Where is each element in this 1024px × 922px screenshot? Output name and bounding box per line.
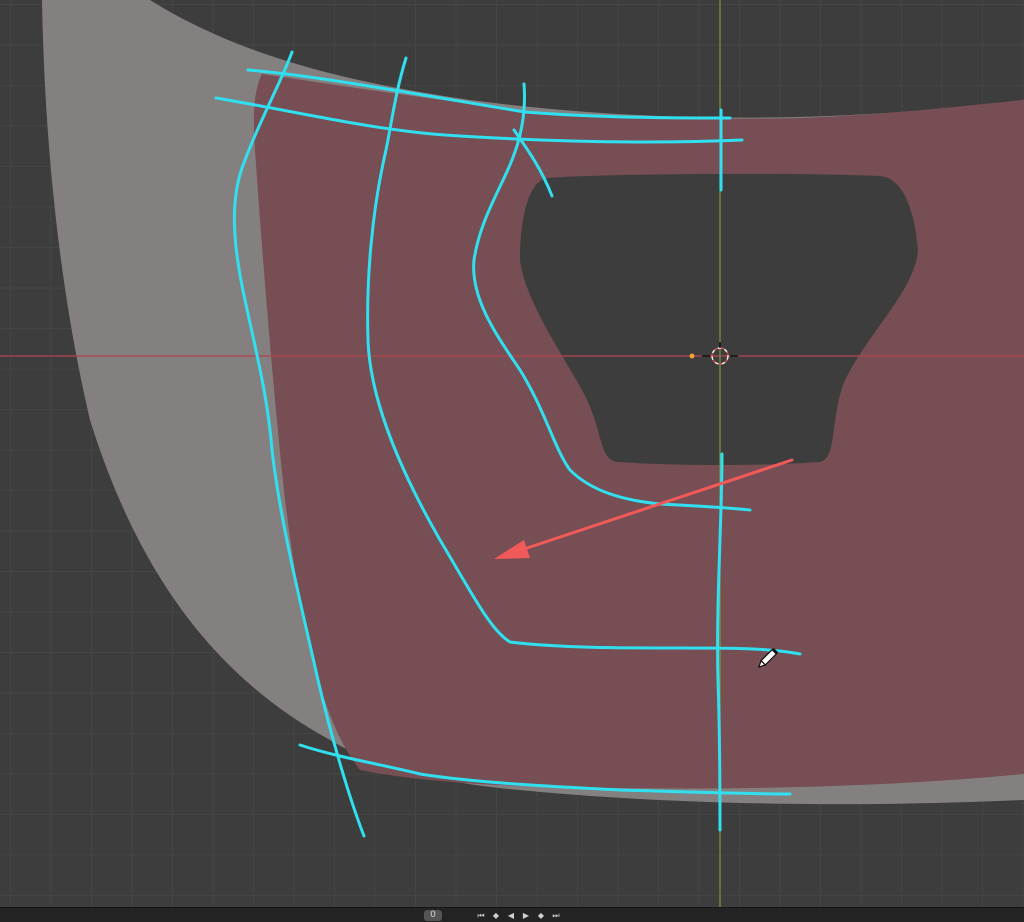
play-icon[interactable]: ▶ [520, 910, 532, 921]
playback-controls: 0 ⏮ ◆ ◀ ▶ ◆ ⏭ [424, 909, 562, 921]
jump-to-start-icon[interactable]: ⏮ [475, 910, 487, 921]
jump-to-keyframe-next-icon[interactable]: ◆ [535, 910, 547, 921]
play-reverse-icon[interactable]: ◀ [505, 910, 517, 921]
jump-to-keyframe-prev-icon[interactable]: ◆ [490, 910, 502, 921]
3d-viewport[interactable] [0, 0, 1024, 907]
jump-to-end-icon[interactable]: ⏭ [550, 910, 562, 921]
current-frame-field[interactable]: 0 [424, 909, 442, 921]
object-origin-icon [689, 353, 695, 359]
timeline-bar: 0 ⏮ ◆ ◀ ▶ ◆ ⏭ [0, 907, 1024, 922]
viewport-scene[interactable] [0, 0, 1024, 907]
